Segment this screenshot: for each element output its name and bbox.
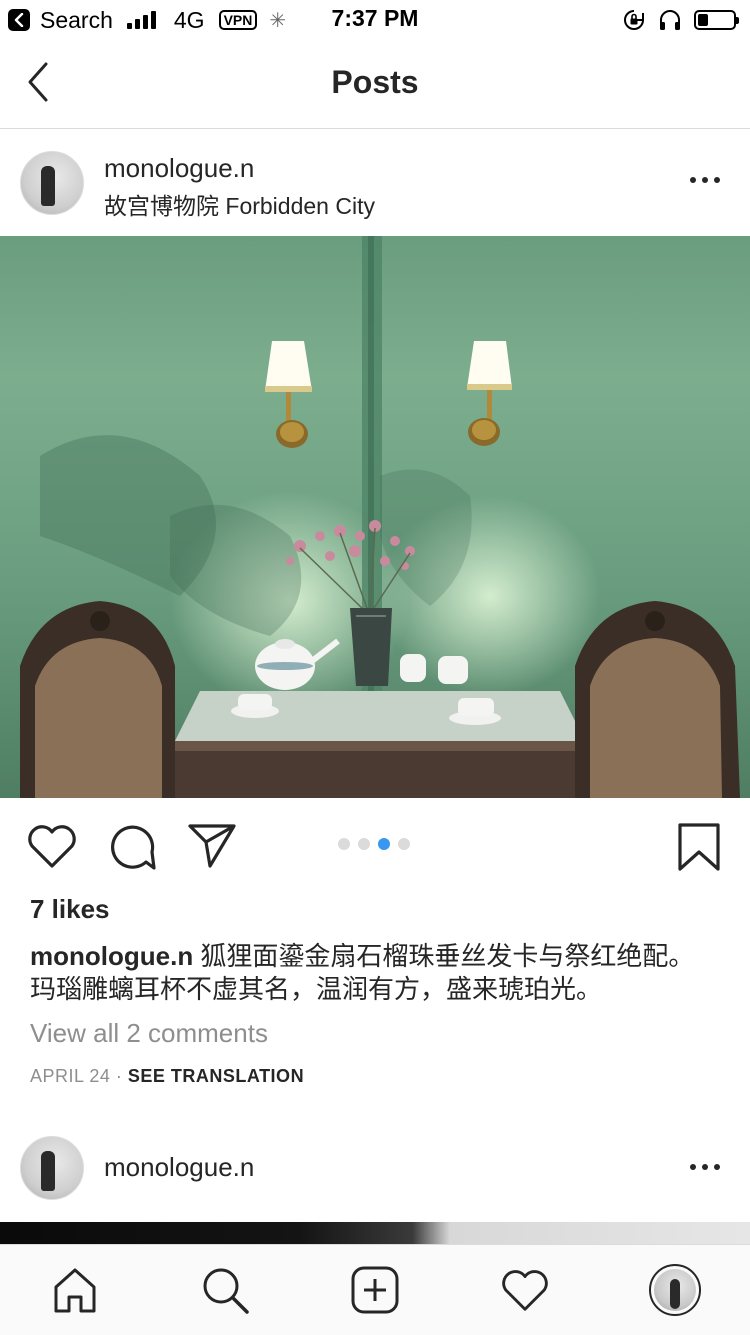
search-icon[interactable] — [198, 1263, 252, 1317]
navigation-bar: Posts — [0, 40, 750, 129]
profile-avatar[interactable] — [648, 1263, 702, 1317]
see-translation-link[interactable]: SEE TRANSLATION — [128, 1066, 304, 1086]
comment-icon[interactable] — [106, 822, 158, 877]
share-send-icon[interactable] — [186, 822, 238, 875]
more-options-icon[interactable] — [690, 1164, 720, 1174]
activity-heart-icon[interactable] — [498, 1263, 552, 1317]
view-comments-link[interactable]: View all 2 comments — [30, 1018, 268, 1049]
avatar[interactable] — [20, 1136, 84, 1200]
carousel-dot — [398, 838, 410, 850]
bottom-tab-bar — [0, 1244, 750, 1335]
headphones-icon — [660, 10, 680, 30]
post-meta: APRIL 24 · SEE TRANSLATION — [30, 1066, 304, 1087]
carousel-dot-active — [378, 838, 390, 850]
caption-username[interactable]: monologue.n — [30, 941, 193, 971]
carousel-dot — [338, 838, 350, 850]
save-bookmark-icon[interactable] — [676, 822, 722, 877]
next-post-photo[interactable] — [0, 1222, 750, 1246]
carousel-indicator — [338, 838, 410, 850]
post-username[interactable]: monologue.n — [104, 1152, 254, 1183]
post-header: monologue.n 故宫博物院 Forbidden City — [0, 129, 750, 235]
status-bar: Search 4G VPN ✳ 7:37 PM — [0, 0, 750, 40]
carousel-dot — [358, 838, 370, 850]
likes-count[interactable]: 7 likes — [30, 894, 110, 925]
post-date: APRIL 24 — [30, 1066, 111, 1086]
add-post-icon[interactable] — [348, 1263, 402, 1317]
post-photo[interactable] — [0, 236, 750, 798]
post-username[interactable]: monologue.n — [104, 153, 254, 184]
status-right — [622, 8, 739, 32]
like-heart-icon[interactable] — [26, 822, 78, 875]
rotation-lock-icon — [624, 10, 644, 30]
next-post-header: monologue.n — [0, 1116, 750, 1222]
avatar — [649, 1264, 701, 1316]
photo-scene — [20, 236, 740, 798]
avatar[interactable] — [20, 151, 84, 215]
page-title: Posts — [331, 64, 419, 100]
post-location[interactable]: 故宫博物院 Forbidden City — [104, 187, 375, 221]
home-icon[interactable] — [48, 1263, 102, 1317]
meta-separator: · — [110, 1066, 128, 1086]
battery-icon — [694, 10, 739, 30]
post-caption: monologue.n 狐狸面鎏金扇石榴珠垂丝发卡与祭红绝配。玛瑙雕螭耳杯不虚其… — [30, 940, 720, 1006]
more-options-icon[interactable] — [690, 177, 720, 187]
